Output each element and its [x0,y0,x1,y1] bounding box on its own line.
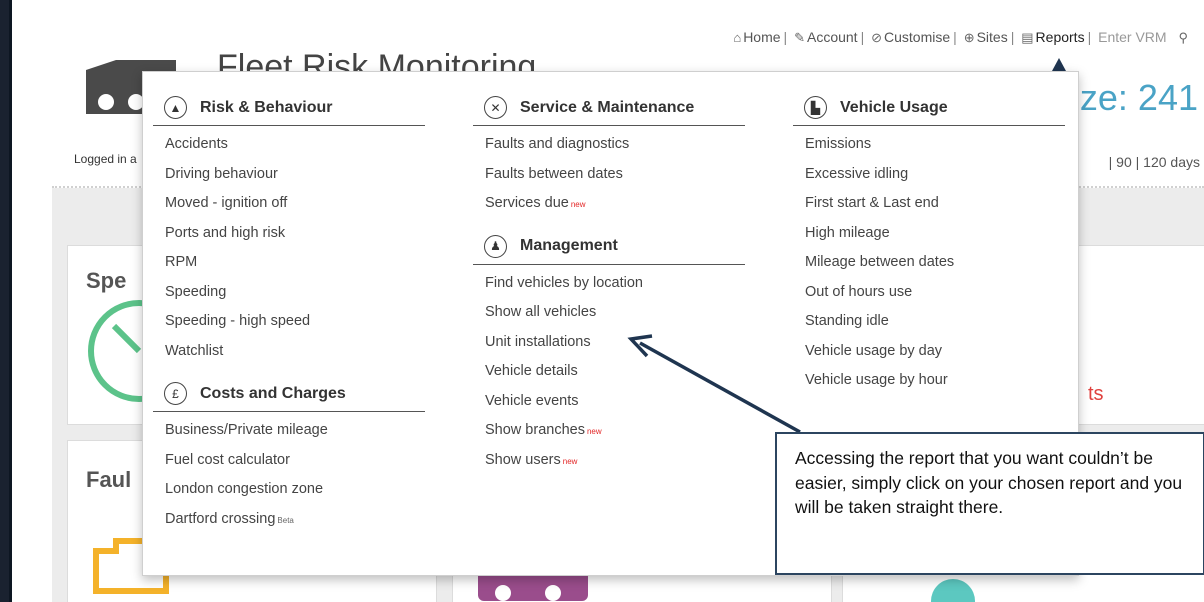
customise-link[interactable]: ⊘ Customise [871,29,950,46]
management-list: Find vehicles by location Show all vehic… [473,269,745,476]
menu-column-middle: ✕ Service & Maintenance Faults and diagn… [473,72,745,475]
menu-item-mileage-between-dates[interactable]: Mileage between dates [805,248,1065,278]
menu-item-ports-high-risk[interactable]: Ports and high risk [165,219,425,249]
search-icon[interactable]: ⚲ [1178,30,1188,46]
section-risk-behaviour: ▲ Risk & Behaviour [153,90,425,126]
menu-column-left: ▲ Risk & Behaviour Accidents Driving beh… [153,72,425,534]
menu-item-watchlist[interactable]: Watchlist [165,337,425,367]
document-icon: ▤ [1021,30,1034,45]
globe-icon: ⊕ [963,30,975,45]
menu-item-speeding[interactable]: Speeding [165,278,425,308]
reports-link[interactable]: ▤ Reports [1021,29,1084,46]
warning-icon: ▲ [164,96,187,119]
menu-item-vehicle-usage-by-hour[interactable]: Vehicle usage by hour [805,366,1065,396]
section-service-maintenance: ✕ Service & Maintenance [473,90,745,126]
section-vehicle-usage: ▙ Vehicle Usage [793,90,1065,126]
menu-item-vehicle-usage-by-day[interactable]: Vehicle usage by day [805,337,1065,367]
menu-item-speeding-high-speed[interactable]: Speeding - high speed [165,307,425,337]
menu-item-standing-idle[interactable]: Standing idle [805,307,1065,337]
top-navigation: ⌂ Home | ✎ Account | ⊘ Customise | ⊕ Sites | ▤ Re… [733,29,1188,46]
logged-in-text: Logged in a [74,152,137,166]
menu-item-show-branches[interactable]: Show branches new [485,416,745,446]
users-icon: ♟ [484,234,507,258]
bar-chart-icon: ▙ [804,96,827,119]
menu-item-rpm[interactable]: RPM [165,248,425,278]
beta-badge: Beta [277,515,294,525]
fleet-size: ize: 241 [1071,77,1198,118]
menu-item-excessive-idling[interactable]: Excessive idling [805,160,1065,190]
vehicle-usage-list: Emissions Excessive idling First start &… [793,130,1065,396]
menu-column-right: ▙ Vehicle Usage Emissions Excessive idli… [793,72,1065,396]
menu-item-emissions[interactable]: Emissions [805,130,1065,160]
section-management: ♟ Management [473,229,745,265]
menu-item-accidents[interactable]: Accidents [165,130,425,160]
menu-item-vehicle-details[interactable]: Vehicle details [485,357,745,387]
menu-item-find-vehicles-by-location[interactable]: Find vehicles by location [485,269,745,299]
costs-charges-list: Business/Private mileage Fuel cost calcu… [153,416,425,534]
menu-item-dartford-crossing[interactable]: Dartford crossing Beta [165,505,425,535]
menu-item-show-users[interactable]: Show users new [485,446,745,476]
sites-link[interactable]: ⊕ Sites [964,29,1008,46]
menu-item-moved-ignition-off[interactable]: Moved - ignition off [165,189,425,219]
service-maintenance-list: Faults and diagnostics Faults between da… [473,130,745,219]
home-icon: ⌂ [733,30,742,45]
vrm-search-input[interactable]: Enter VRM [1098,29,1166,45]
menu-item-out-of-hours-use[interactable]: Out of hours use [805,278,1065,308]
menu-item-business-private-mileage[interactable]: Business/Private mileage [165,416,425,446]
right-card-status: ts [1088,383,1104,405]
menu-item-vehicle-events[interactable]: Vehicle events [485,387,745,417]
tools-icon: ✕ [484,96,507,119]
new-badge: new [570,200,586,209]
account-link[interactable]: ✎ Account [794,29,858,46]
menu-item-fuel-cost-calculator[interactable]: Fuel cost calculator [165,446,425,476]
speeding-card-title: Spe [86,268,127,293]
home-link[interactable]: ⌂ Home [733,29,780,45]
menu-item-services-due[interactable]: Services due new [485,189,745,219]
menu-item-london-congestion-zone[interactable]: London congestion zone [165,475,425,505]
menu-item-driving-behaviour[interactable]: Driving behaviour [165,160,425,190]
pound-icon: £ [164,382,187,405]
dropdown-caret [1052,58,1066,71]
menu-item-show-all-vehicles[interactable]: Show all vehicles [485,298,745,328]
menu-item-unit-installations[interactable]: Unit installations [485,328,745,358]
instruction-callout: Accessing the report that you want could… [775,432,1204,575]
risk-behaviour-list: Accidents Driving behaviour Moved - igni… [153,130,425,366]
pencil-circle-icon: ⊘ [871,30,883,45]
menu-item-faults-between-dates[interactable]: Faults between dates [485,160,745,190]
section-costs-charges: £ Costs and Charges [153,376,425,412]
day-range-selector[interactable]: | 90 | 120 days [1109,154,1200,170]
menu-item-high-mileage[interactable]: High mileage [805,219,1065,249]
new-badge: new [586,427,602,436]
menu-item-first-start-last-end[interactable]: First start & Last end [805,189,1065,219]
new-badge: new [562,456,578,466]
menu-item-faults-diagnostics[interactable]: Faults and diagnostics [485,130,745,160]
edit-icon: ✎ [794,30,805,45]
faults-card-title: Faul [86,467,132,492]
